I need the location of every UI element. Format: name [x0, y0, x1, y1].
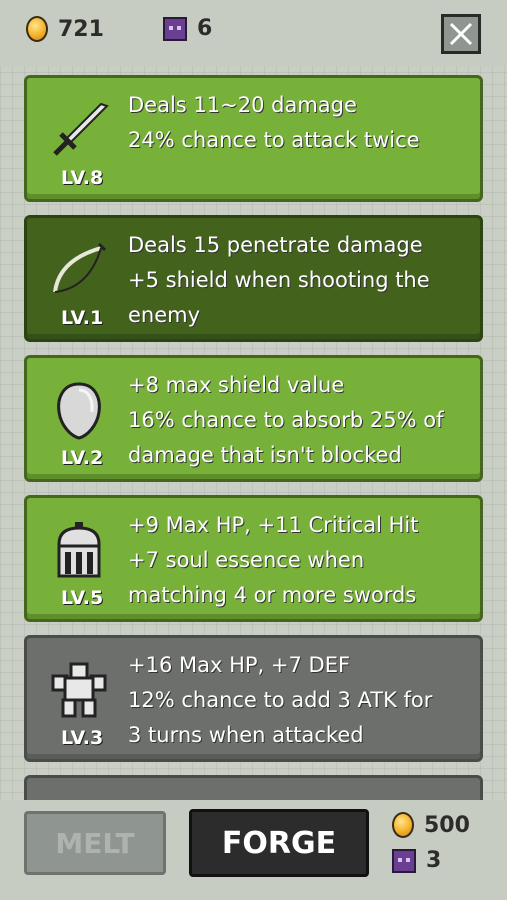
gold-coin-icon [392, 812, 414, 838]
soul-amount: 6 [197, 16, 213, 41]
soul-cost-amount: 3 [426, 848, 442, 873]
level-label: LV.2 [61, 447, 104, 469]
equipment-card-armor[interactable]: +16 Max HP, +7 DEF 12% chance to add 3 A… [24, 635, 483, 762]
description-line: +10 Max HP [128, 792, 478, 800]
card-description: Deals 11~20 damage 24% chance to attack … [128, 88, 478, 158]
card-description: +8 max shield value 16% chance to absorb… [128, 368, 478, 473]
action-bar: MELT FORGE 500 3 [0, 800, 507, 900]
description-line: +7 soul essence when [128, 548, 365, 572]
demon-soul-icon [163, 16, 187, 41]
equipment-card-sword[interactable]: Deals 11~20 damage 24% chance to attack … [24, 75, 483, 202]
description-line: enemy [128, 303, 201, 327]
gold-cost: 500 [392, 812, 470, 838]
description-line: 16% chance to absorb 25% of [128, 408, 444, 432]
armor-icon [51, 662, 107, 718]
description-line: 12% chance to add 3 ATK for [128, 688, 433, 712]
description-line: +9 Max HP, +11 Critical Hit [128, 513, 419, 537]
gold-counter: 721 [26, 16, 104, 42]
description-line: Deals 15 penetrate damage [128, 233, 423, 257]
description-line: Deals 11~20 damage [128, 93, 357, 117]
level-label: LV.5 [61, 587, 104, 609]
card-description: +9 Max HP, +11 Critical Hit +7 soul esse… [128, 508, 478, 613]
description-line: matching 4 or more swords [128, 583, 417, 607]
forge-button[interactable]: FORGE [189, 809, 369, 877]
description-line: damage that isn't blocked [128, 443, 402, 467]
card-description: +16 Max HP, +7 DEF 12% chance to add 3 A… [128, 648, 478, 753]
description-line: +16 Max HP, +7 DEF [128, 653, 351, 677]
level-label: LV.8 [61, 167, 104, 189]
shield-icon [57, 382, 101, 440]
demon-soul-icon [392, 848, 416, 873]
sword-icon [53, 102, 109, 156]
equipment-card-bow[interactable]: Deals 15 penetrate damage +5 shield when… [24, 215, 483, 342]
close-icon [449, 22, 473, 46]
helmet-icon [57, 522, 101, 578]
level-label: LV.3 [61, 727, 104, 749]
description-line: +8 max shield value [128, 373, 345, 397]
soul-cost: 3 [392, 848, 441, 873]
resource-bar: 721 6 [0, 0, 507, 66]
melt-button[interactable]: MELT [24, 811, 166, 875]
card-description: Deals 15 penetrate damage +5 shield when… [128, 228, 478, 333]
card-description: +10 Max HP [128, 792, 478, 800]
equipment-card-shield[interactable]: +8 max shield value 16% chance to absorb… [24, 355, 483, 482]
equipment-card-partial[interactable]: +10 Max HP [24, 775, 483, 800]
description-line: 3 turns when attacked [128, 723, 364, 747]
bow-icon [53, 242, 107, 293]
equipment-list[interactable]: Deals 11~20 damage 24% chance to attack … [24, 75, 483, 800]
gold-cost-amount: 500 [424, 812, 470, 838]
soul-counter: 6 [163, 16, 212, 41]
gold-amount: 721 [58, 16, 104, 42]
gold-coin-icon [26, 16, 48, 42]
description-line: +5 shield when shooting the [128, 268, 430, 292]
level-label: LV.1 [61, 307, 104, 329]
close-button[interactable] [441, 14, 481, 54]
description-line: 24% chance to attack twice [128, 128, 420, 152]
equipment-card-helmet[interactable]: +9 Max HP, +11 Critical Hit +7 soul esse… [24, 495, 483, 622]
